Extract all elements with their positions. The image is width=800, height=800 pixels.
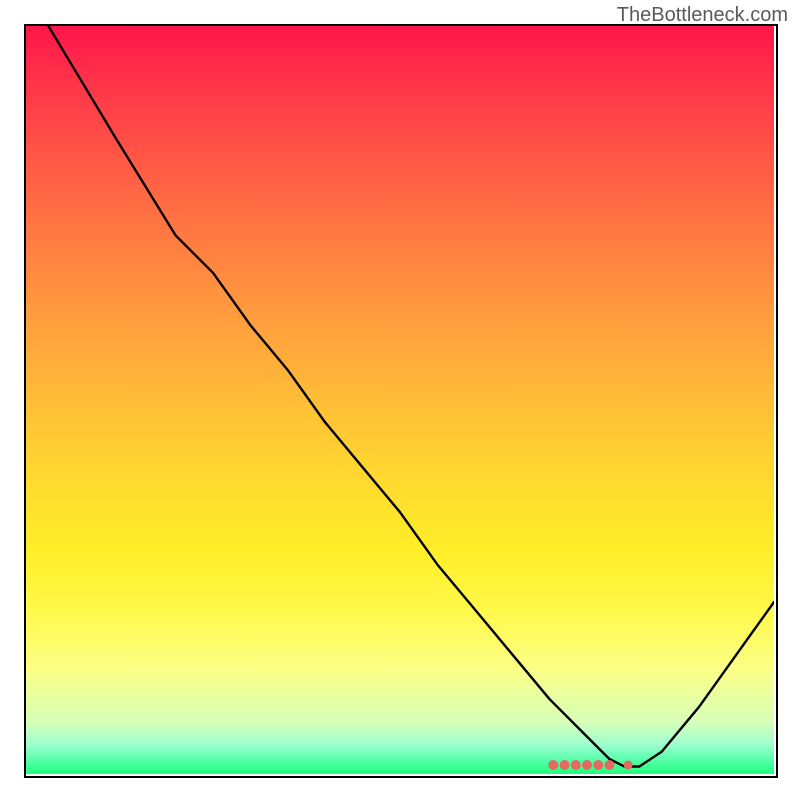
optimal-range-markers [548, 760, 632, 770]
optimal-marker [548, 760, 558, 770]
optimal-marker [582, 760, 592, 770]
optimal-marker [571, 760, 581, 770]
marker-layer [26, 26, 774, 774]
plot-area [26, 26, 774, 774]
watermark-text: TheBottleneck.com [617, 4, 788, 27]
optimal-marker [604, 760, 614, 770]
optimal-marker [593, 760, 603, 770]
optimal-marker [624, 761, 633, 770]
optimal-marker [560, 760, 570, 770]
